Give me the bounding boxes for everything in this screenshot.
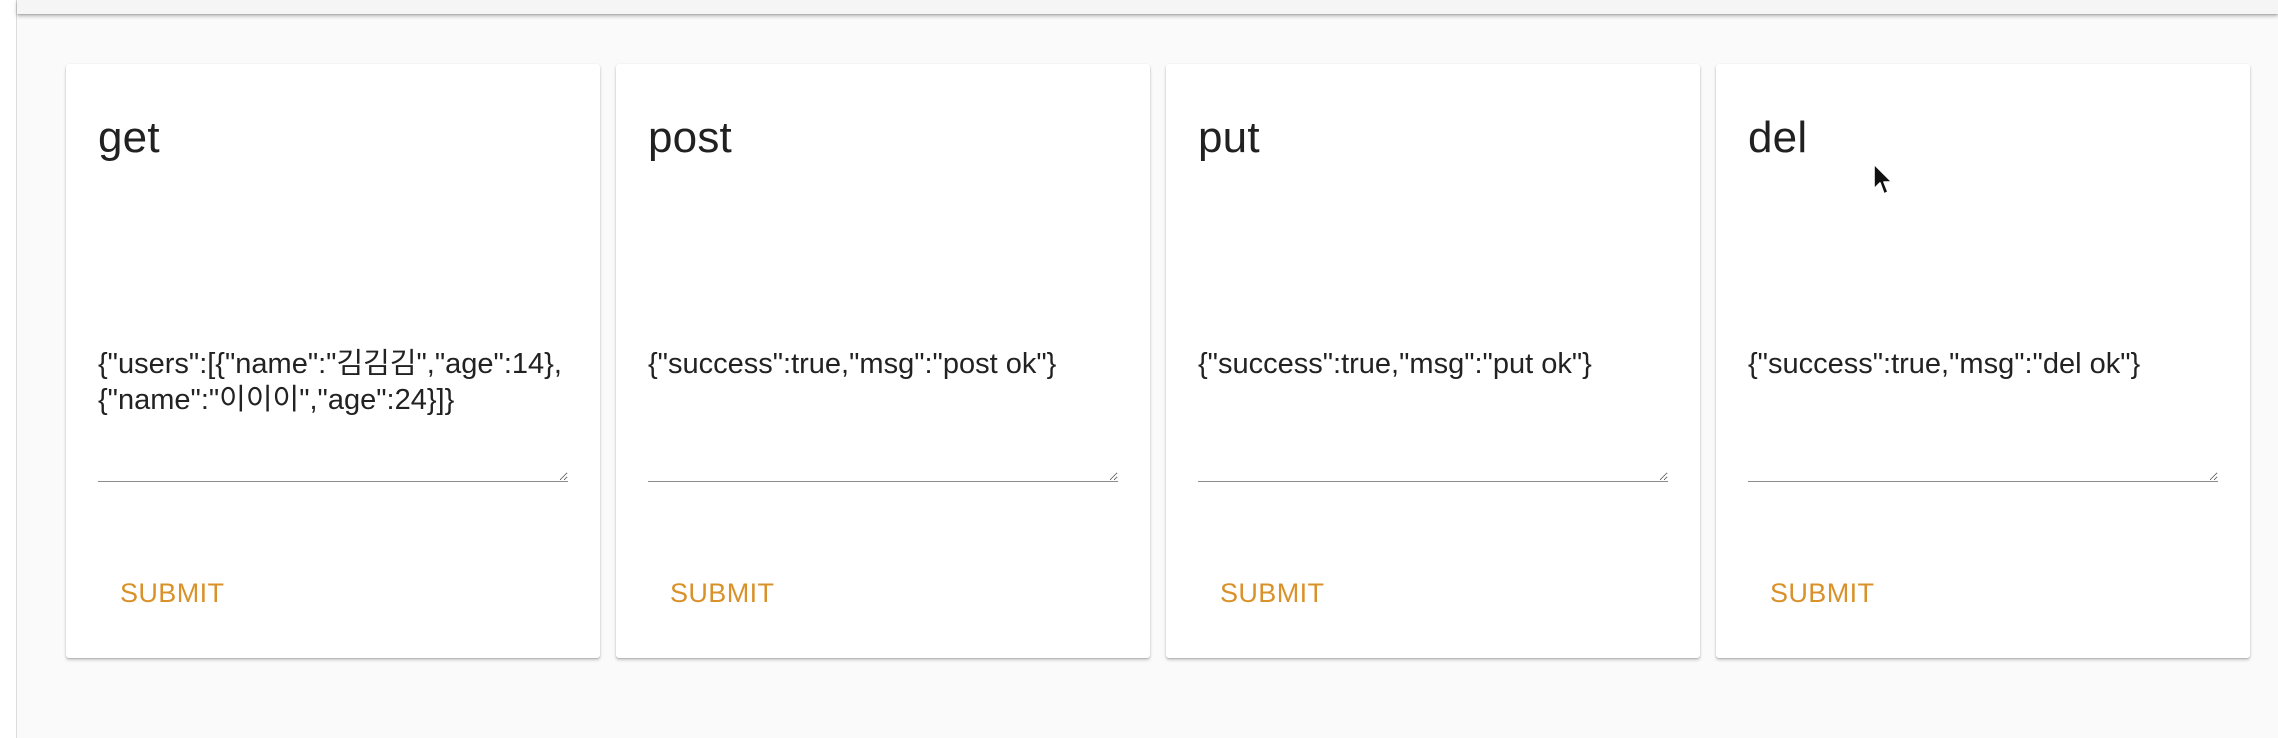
put-card: put {"success":true,"msg":"put ok"} SUBM… — [1166, 64, 1700, 658]
response-field-put: {"success":true,"msg":"put ok"} — [1198, 284, 1668, 484]
card-title-put: put — [1198, 113, 1260, 162]
response-textarea-put[interactable]: {"success":true,"msg":"put ok"} — [1198, 284, 1668, 482]
mouse-pointer-icon — [1873, 163, 1893, 195]
card-title-del: del — [1748, 113, 1808, 162]
request-card-grid: get {"users":[{"name":"김김김","age":14},{"… — [66, 64, 2250, 658]
response-textarea-post[interactable]: {"success":true,"msg":"post ok"} — [648, 284, 1118, 482]
response-field-get: {"users":[{"name":"김김김","age":14},{"name… — [98, 284, 568, 484]
left-divider — [0, 0, 17, 738]
response-field-del: {"success":true,"msg":"del ok"} — [1748, 284, 2218, 484]
submit-button-put[interactable]: SUBMIT — [1198, 570, 1346, 617]
response-field-post: {"success":true,"msg":"post ok"} — [648, 284, 1118, 484]
response-textarea-get[interactable]: {"users":[{"name":"김김김","age":14},{"name… — [98, 284, 568, 482]
del-card: del {"success":true,"msg":"del ok"} SUBM… — [1716, 64, 2250, 658]
post-card: post {"success":true,"msg":"post ok"} SU… — [616, 64, 1150, 658]
card-title-get: get — [98, 113, 160, 162]
submit-button-get[interactable]: SUBMIT — [98, 570, 246, 617]
submit-button-post[interactable]: SUBMIT — [648, 570, 796, 617]
response-textarea-del[interactable]: {"success":true,"msg":"del ok"} — [1748, 284, 2218, 482]
app-bar — [17, 0, 2278, 14]
get-card: get {"users":[{"name":"김김김","age":14},{"… — [66, 64, 600, 658]
submit-button-del[interactable]: SUBMIT — [1748, 570, 1896, 617]
card-title-post: post — [648, 113, 732, 162]
